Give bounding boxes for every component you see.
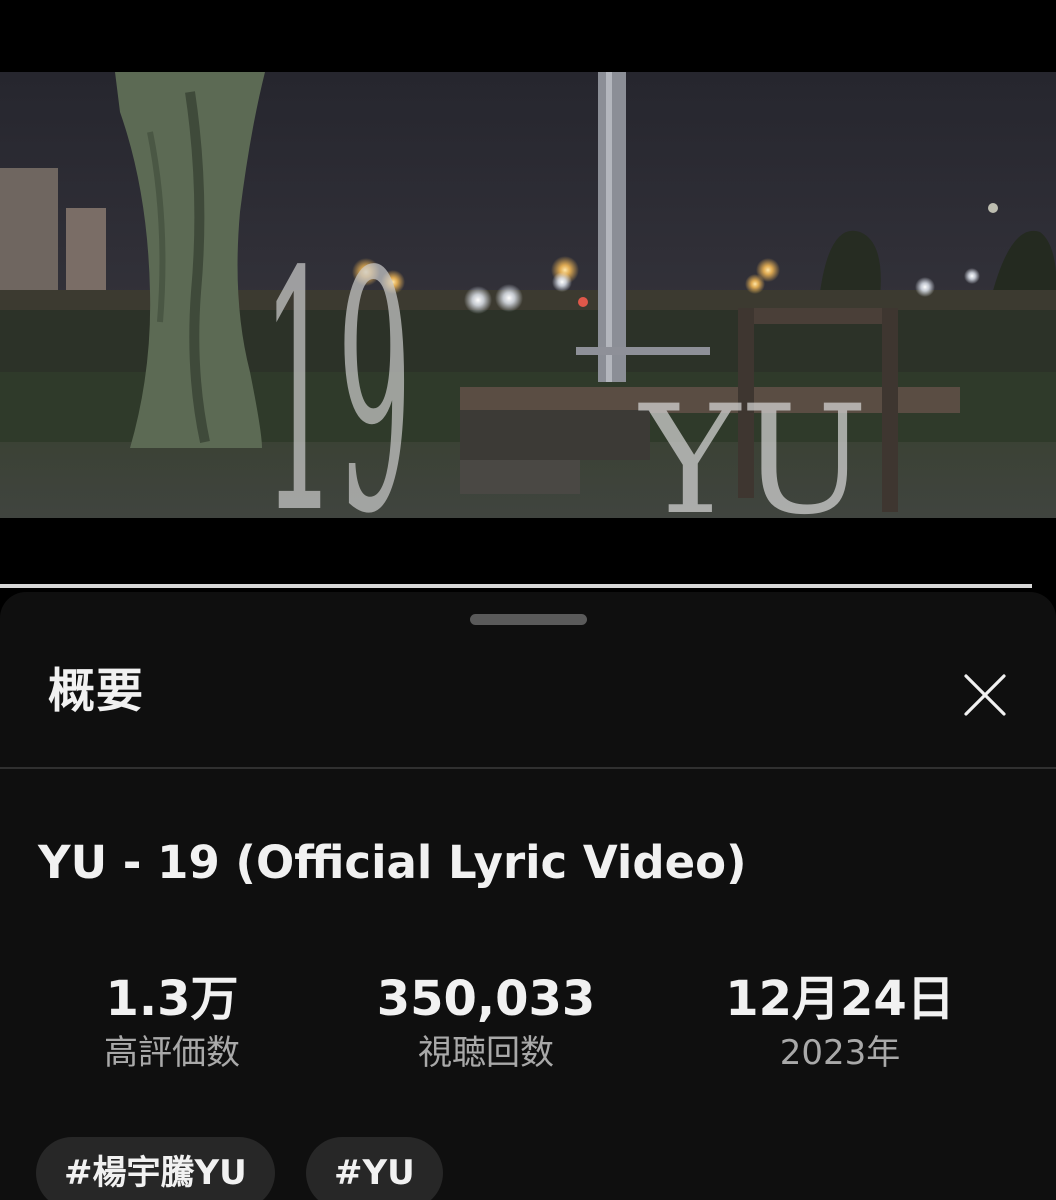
hashtag-chip[interactable]: #YU xyxy=(306,1137,443,1200)
views-stat: 350,033 視聴回数 xyxy=(336,971,636,1075)
video-player[interactable]: 19 YU xyxy=(0,0,1056,590)
hashtag-chip[interactable]: #楊宇騰YU xyxy=(36,1137,275,1200)
sheet-divider xyxy=(0,767,1056,769)
sheet-title: 概要 xyxy=(48,664,144,719)
views-count: 350,033 xyxy=(376,971,596,1027)
overlay-number: 19 xyxy=(262,202,412,518)
overlay-artist: YU xyxy=(638,374,868,518)
views-label: 視聴回数 xyxy=(418,1033,554,1074)
upload-date-stat: 12月24日 2023年 xyxy=(690,971,990,1075)
likes-stat: 1.3万 高評価数 xyxy=(22,971,322,1075)
likes-count: 1.3万 xyxy=(105,971,239,1027)
upload-year: 2023年 xyxy=(779,1033,901,1074)
video-frame[interactable]: 19 YU xyxy=(0,72,1056,518)
video-thumbnail-scene: 19 YU xyxy=(0,72,1056,518)
sheet-drag-handle[interactable] xyxy=(470,614,587,625)
likes-label: 高評価数 xyxy=(104,1033,240,1074)
description-sheet: 概要 YU - 19 (Official Lyric Video) 1.3万 高… xyxy=(0,592,1056,1200)
app-screen: 19 YU 概要 YU - 19 (Official Lyric Video) … xyxy=(0,0,1056,1200)
close-button[interactable] xyxy=(960,670,1010,720)
close-icon xyxy=(964,674,1006,716)
video-title: YU - 19 (Official Lyric Video) xyxy=(38,836,747,889)
video-progress-bar[interactable] xyxy=(0,584,1032,588)
upload-date: 12月24日 xyxy=(725,971,955,1027)
